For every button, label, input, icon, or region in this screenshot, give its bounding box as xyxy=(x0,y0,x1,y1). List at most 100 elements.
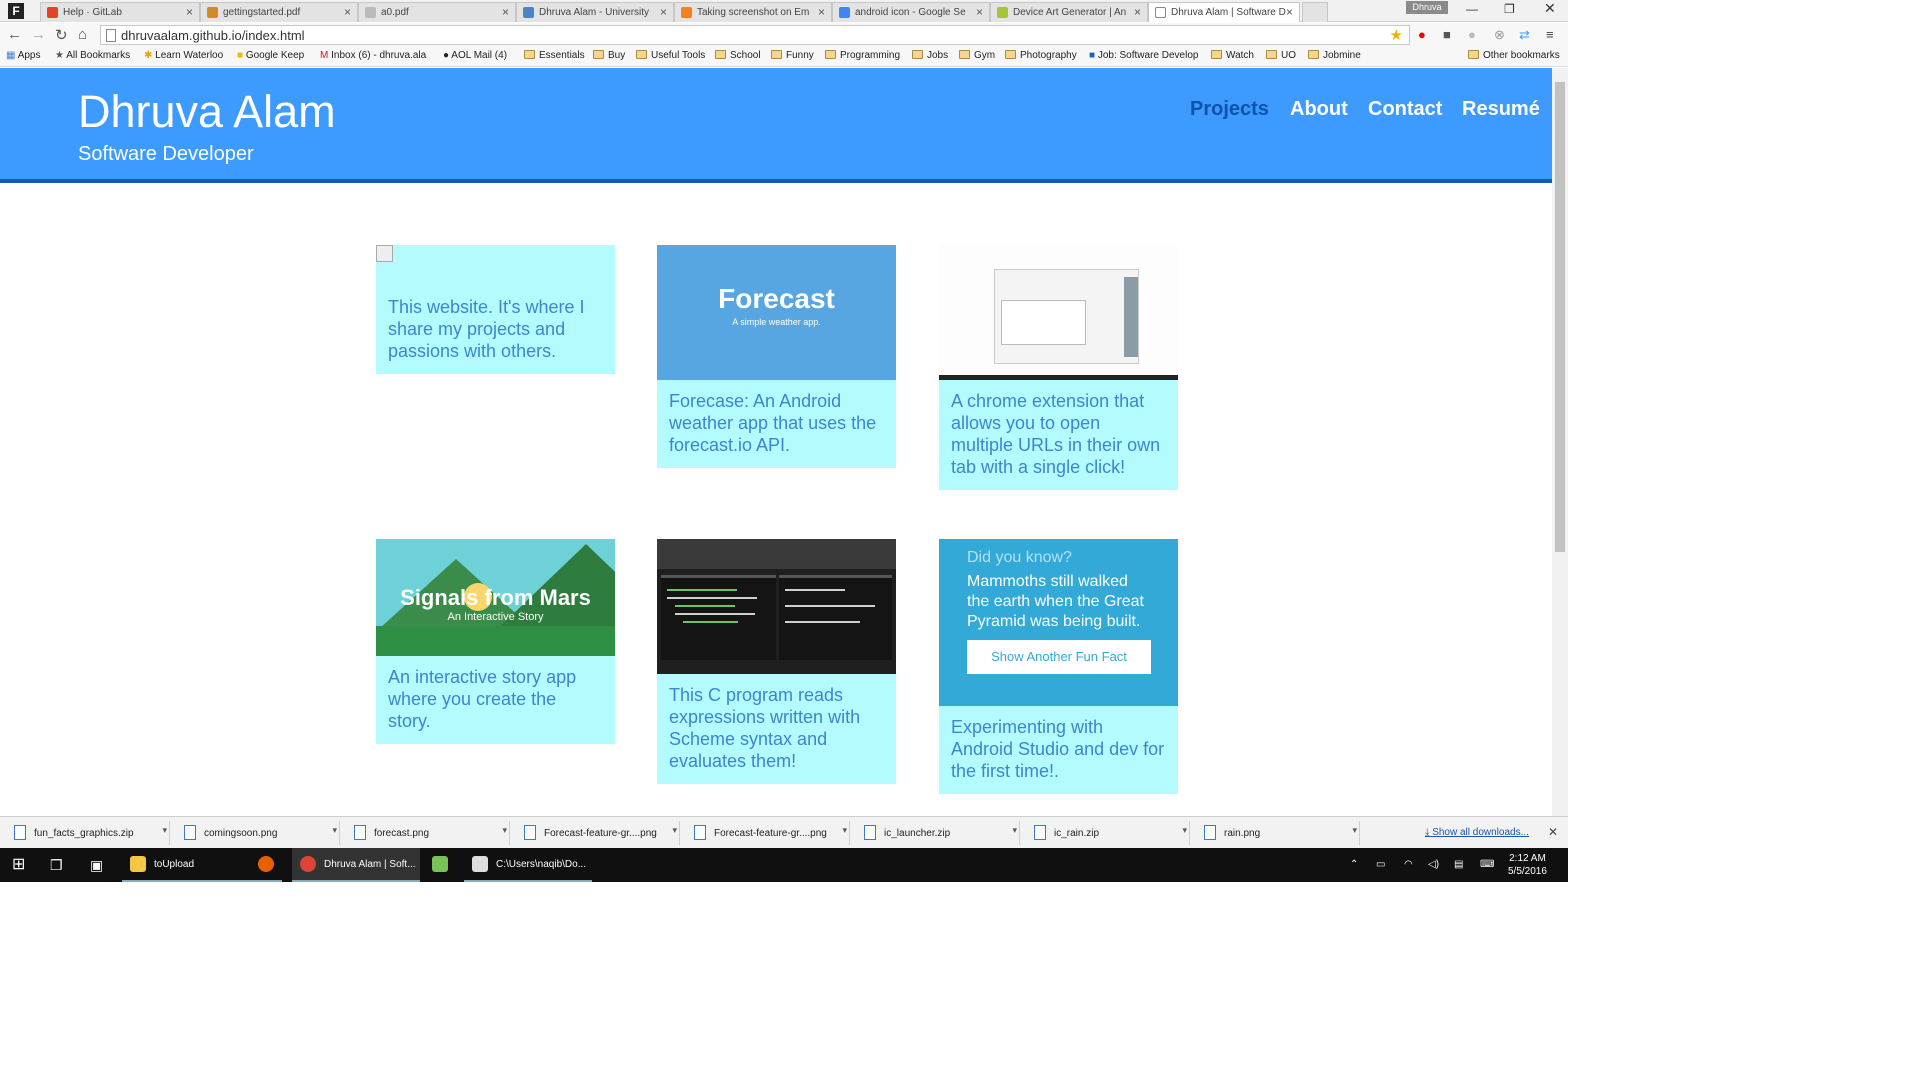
new-tab-button[interactable] xyxy=(1302,2,1328,22)
project-card-chrome-extension[interactable]: A chrome extension that allows you to op… xyxy=(939,245,1178,490)
close-icon[interactable]: × xyxy=(1286,5,1293,19)
android-studio-icon[interactable] xyxy=(432,848,456,882)
page-scrollbar[interactable] xyxy=(1552,68,1568,816)
home-icon[interactable]: ⌂ xyxy=(78,26,87,43)
shield-icon[interactable]: ■ xyxy=(1443,27,1451,42)
chrome-menu-icon[interactable]: ≡ xyxy=(1546,27,1554,42)
project-card-scheme-evaluator[interactable]: This C program reads expressions written… xyxy=(657,539,896,784)
download-item[interactable]: Forecast-feature-gr....png ▾ xyxy=(514,821,680,845)
settings-extension-icon[interactable]: ⊗ xyxy=(1494,27,1505,43)
bookmark-buy[interactable]: Buy xyxy=(593,50,625,61)
window-close-icon[interactable]: ✕ xyxy=(1544,0,1556,17)
close-icon[interactable]: × xyxy=(818,5,825,19)
show-all-downloads-link[interactable]: ⤓ Show all downloads... xyxy=(1425,827,1529,838)
close-icon[interactable]: × xyxy=(186,5,193,19)
tab-google-search[interactable]: android icon - Google Se × xyxy=(832,2,990,22)
windows-start-icon[interactable]: ⊞ xyxy=(12,848,25,882)
notification-icon[interactable]: ▤ xyxy=(1454,848,1463,882)
download-item[interactable]: ic_launcher.zip ▾ xyxy=(854,821,1020,845)
scrollbar-thumb[interactable] xyxy=(1555,82,1565,552)
firefox-icon[interactable] xyxy=(258,848,282,882)
bookmark-star-icon[interactable]: ★ xyxy=(1390,26,1403,44)
project-card-forecast[interactable]: Forecast A simple weather app. Forecase:… xyxy=(657,245,896,468)
bookmark-photography[interactable]: Photography xyxy=(1005,50,1077,61)
chevron-down-icon[interactable]: ▾ xyxy=(1012,825,1017,836)
close-icon[interactable]: × xyxy=(976,5,983,19)
bookmark-uo[interactable]: UO xyxy=(1266,50,1296,61)
download-item[interactable]: ic_rain.zip ▾ xyxy=(1024,821,1190,845)
minimize-icon[interactable]: — xyxy=(1466,2,1478,16)
reload-icon[interactable]: ↻ xyxy=(55,26,68,44)
bookmark-programming[interactable]: Programming xyxy=(825,50,900,61)
close-icon[interactable]: × xyxy=(344,5,351,19)
tab-stackoverflow[interactable]: Taking screenshot on Em × xyxy=(674,2,832,22)
bookmark-watch[interactable]: Watch xyxy=(1211,50,1254,61)
bookmark-school[interactable]: School xyxy=(715,50,761,61)
bookmark-google-keep[interactable]: ■ Google Keep xyxy=(237,50,304,61)
battery-icon[interactable]: ▭ xyxy=(1376,848,1385,882)
chevron-down-icon[interactable]: ▾ xyxy=(1352,825,1357,836)
profile-badge[interactable]: Dhruva xyxy=(1406,1,1448,14)
download-item[interactable]: forecast.png ▾ xyxy=(344,821,510,845)
bookmark-useful-tools[interactable]: Useful Tools xyxy=(636,50,705,61)
bookmark-all-bookmarks[interactable]: ★ All Bookmarks xyxy=(55,50,130,61)
chevron-down-icon[interactable]: ▾ xyxy=(332,825,337,836)
bookmark-aol-mail[interactable]: ● AOL Mail (4) xyxy=(443,50,507,61)
tab-gettingstarted[interactable]: gettingstarted.pdf × xyxy=(200,2,358,22)
bookmark-apps[interactable]: ▦ Apps xyxy=(6,50,40,61)
chevron-down-icon[interactable]: ▾ xyxy=(842,825,847,836)
page-info-icon[interactable] xyxy=(106,29,116,42)
close-downloads-icon[interactable]: ✕ xyxy=(1548,825,1558,839)
chevron-down-icon[interactable]: ▾ xyxy=(502,825,507,836)
bookmark-funny[interactable]: Funny xyxy=(771,50,814,61)
nav-contact[interactable]: Contact xyxy=(1368,98,1442,121)
tab-active-portfolio[interactable]: Dhruva Alam | Software D × xyxy=(1148,2,1300,22)
extension-icon[interactable]: ● xyxy=(1468,27,1476,42)
download-item[interactable]: comingsoon.png ▾ xyxy=(174,821,340,845)
project-card-fun-facts[interactable]: Did you know? Mammoths still walked the … xyxy=(939,539,1178,794)
bookmark-inbox[interactable]: M Inbox (6) - dhruva.ala xyxy=(320,50,426,61)
download-item[interactable]: rain.png ▾ xyxy=(1194,821,1360,845)
restore-icon[interactable]: ❐ xyxy=(1504,2,1515,16)
forward-icon[interactable]: → xyxy=(31,26,46,43)
back-icon[interactable]: ← xyxy=(7,26,22,43)
tab-university[interactable]: Dhruva Alam - University × xyxy=(516,2,674,22)
tab-a0[interactable]: a0.pdf × xyxy=(358,2,516,22)
close-icon[interactable]: × xyxy=(502,5,509,19)
share-extension-icon[interactable]: ⇄ xyxy=(1519,27,1530,43)
tab-device-art[interactable]: Device Art Generator | An × xyxy=(990,2,1148,22)
bookmark-learn-waterloo[interactable]: ✱ Learn Waterloo xyxy=(144,50,223,61)
task-view-icon[interactable]: ❒ xyxy=(50,848,63,882)
wifi-icon[interactable]: ◠ xyxy=(1404,848,1413,882)
bookmark-job-software[interactable]: ■ Job: Software Develop xyxy=(1089,50,1198,61)
chevron-down-icon[interactable]: ▾ xyxy=(162,825,167,836)
chevron-up-icon[interactable]: ⌃ xyxy=(1350,848,1358,882)
bookmark-essentials[interactable]: Essentials xyxy=(524,50,585,61)
volume-icon[interactable]: ◁) xyxy=(1428,848,1439,882)
chevron-down-icon[interactable]: ▾ xyxy=(672,825,677,836)
address-bar[interactable]: dhruvaalam.github.io/index.html ★ xyxy=(100,25,1410,45)
taskbar-item-chrome[interactable]: Dhruva Alam | Soft... xyxy=(292,848,420,882)
bookmark-jobs[interactable]: Jobs xyxy=(912,50,948,61)
browser-menu-icon[interactable]: F xyxy=(8,3,24,19)
download-item[interactable]: Forecast-feature-gr....png ▾ xyxy=(684,821,850,845)
bookmark-gym[interactable]: Gym xyxy=(959,50,995,61)
nav-projects[interactable]: Projects xyxy=(1190,98,1269,121)
taskbar-item-7zip[interactable]: C:\Users\naqib\Do... xyxy=(464,848,592,882)
download-item[interactable]: fun_facts_graphics.zip ▾ xyxy=(4,821,170,845)
nav-resume[interactable]: Resumé xyxy=(1462,98,1540,121)
tab-gitlab[interactable]: Help · GitLab × xyxy=(40,2,200,22)
chevron-down-icon[interactable]: ▾ xyxy=(1182,825,1187,836)
nav-about[interactable]: About xyxy=(1290,98,1348,121)
system-clock[interactable]: 2:12 AM 5/5/2016 xyxy=(1508,852,1547,878)
keyboard-icon[interactable]: ⌨ xyxy=(1480,848,1494,882)
close-icon[interactable]: × xyxy=(660,5,667,19)
opera-icon[interactable]: ● xyxy=(1418,27,1426,42)
store-icon[interactable]: ▣ xyxy=(90,848,103,882)
project-card-signals-from-mars[interactable]: Signals from Mars An Interactive Story A… xyxy=(376,539,615,744)
project-card-website[interactable]: This website. It's where I share my proj… xyxy=(376,245,615,374)
bookmark-other[interactable]: Other bookmarks xyxy=(1468,50,1560,61)
show-another-fun-fact-button[interactable]: Show Another Fun Fact xyxy=(967,640,1151,674)
close-icon[interactable]: × xyxy=(1134,5,1141,19)
bookmark-jobmine[interactable]: Jobmine xyxy=(1308,50,1361,61)
